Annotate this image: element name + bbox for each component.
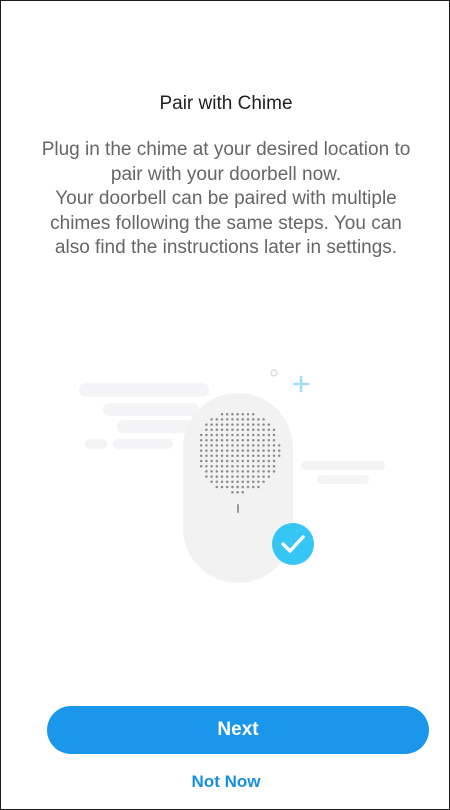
screen-frame: Pair with Chime Plug in the chime at you… xyxy=(0,0,450,810)
next-button[interactable]: Next xyxy=(47,706,429,754)
page-description: Plug in the chime at your desired locati… xyxy=(41,139,411,258)
page-title: Pair with Chime xyxy=(159,93,293,114)
chime-illustration xyxy=(75,361,395,591)
checkmark-badge-icon xyxy=(272,523,314,565)
circle-sparkle-icon xyxy=(270,369,278,377)
plus-sparkle-icon xyxy=(292,375,310,393)
not-now-link[interactable]: Not Now xyxy=(1,772,450,792)
indicator-light xyxy=(237,504,239,513)
